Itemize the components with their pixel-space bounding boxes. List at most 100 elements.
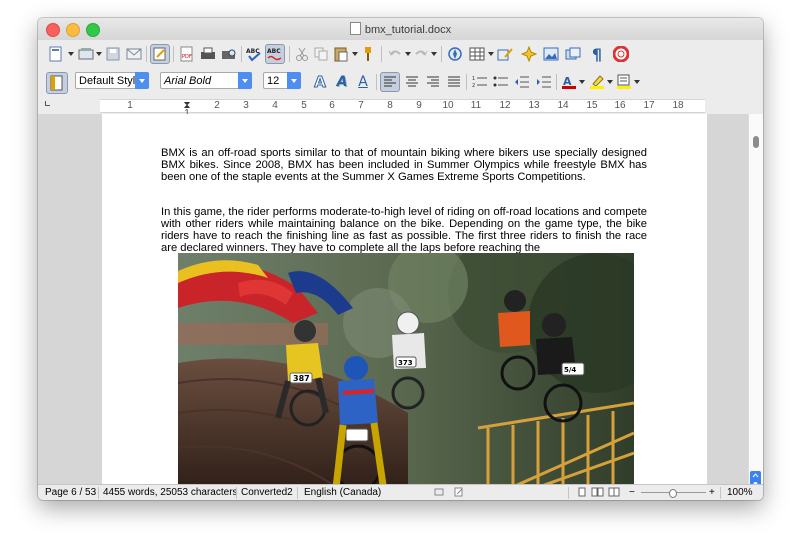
font-size-dropdown[interactable] [287,72,301,89]
align-left-icon[interactable] [380,72,400,92]
paragraph-style-dropdown[interactable] [135,72,149,89]
bullets-icon[interactable] [491,72,511,92]
underline-font-icon[interactable]: A [353,72,373,92]
standard-toolbar: PDF ABC ABC ¶ [38,40,763,69]
print-preview-icon[interactable] [219,44,239,64]
templates-icon[interactable] [76,44,96,64]
templates-dropdown[interactable] [96,52,102,56]
font-color-dropdown[interactable] [579,80,585,84]
plate-number-373: 373 [398,359,413,367]
page-style-status[interactable]: Converted2 [241,487,293,499]
shadow-font-icon[interactable]: A [332,72,352,92]
toolbar-separator [241,46,242,62]
ruler-tick: 15 [586,100,598,111]
align-right-icon[interactable] [423,72,443,92]
outline-font-icon[interactable]: A [310,72,330,92]
toolbar-separator [146,46,147,62]
ruler-tick: 9 [416,100,422,111]
background-color-icon[interactable] [614,72,634,92]
toolbar-separator [381,46,382,62]
status-bar: Page 6 / 53 4455 words, 25053 characters… [38,484,763,500]
tab-type-icon[interactable] [45,101,50,106]
clone-formatting-icon[interactable] [358,44,378,64]
spellcheck-icon[interactable]: ABC [244,44,264,64]
status-separator [236,487,237,499]
decrease-indent-icon[interactable] [512,72,532,92]
body-paragraph-1[interactable]: BMX is an off-road sports similar to tha… [161,147,647,183]
window-title-text: bmx_tutorial.docx [364,24,452,36]
copy-icon[interactable] [311,44,331,64]
page-number-status[interactable]: Page 6 / 53 [45,487,96,499]
formatting-marks-icon[interactable]: ¶ [587,44,607,64]
font-name-dropdown[interactable] [238,72,252,89]
zoom-slider-thumb[interactable] [669,489,677,498]
increase-indent-icon[interactable] [534,72,554,92]
justify-icon[interactable] [444,72,464,92]
svg-text:1: 1 [472,76,475,82]
toolbar-separator [376,74,377,90]
ruler-tick: 8 [387,100,393,111]
redo-icon[interactable] [411,44,431,64]
undo-icon[interactable] [385,44,405,64]
font-name-select[interactable]: Arial Bold [160,72,252,89]
table-icon[interactable] [467,44,487,64]
document-canvas[interactable]: BMX is an off-road sports similar to tha… [38,114,748,484]
document-page[interactable]: BMX is an off-road sports similar to tha… [102,114,707,484]
bmx-race-photo[interactable]: 387 373 5/4 [178,253,634,484]
zoom-in-button[interactable]: + [709,487,715,499]
ruler-tick: 18 [672,100,684,111]
ruler-strip: 1 ⧗ 1 2 3 4 5 6 7 8 9 10 11 12 13 14 15 … [100,99,705,119]
insert-image-icon[interactable] [541,44,561,64]
styles-icon[interactable] [46,72,68,94]
email-icon[interactable] [124,44,144,64]
new-document-icon[interactable] [46,44,66,64]
multi-page-view-icon[interactable] [591,487,604,500]
horizontal-ruler[interactable]: 1 ⧗ 1 2 3 4 5 6 7 8 9 10 11 12 13 14 15 … [38,96,763,119]
insert-mode-icon[interactable] [434,487,444,500]
cut-icon[interactable] [292,44,312,64]
ruler-tick: 5 [301,100,307,111]
paragraph-style-value: Default Style [79,75,142,87]
navigator-icon[interactable] [445,44,465,64]
language-status[interactable]: English (Canada) [304,487,381,499]
zoom-out-button[interactable]: − [629,487,635,499]
font-color-icon[interactable]: A [559,72,579,92]
save-icon[interactable] [103,44,123,64]
paste-icon[interactable] [331,44,351,64]
gallery-icon[interactable] [563,44,583,64]
toolbar-separator [441,46,442,62]
document-modified-icon[interactable] [454,487,464,500]
numbering-icon[interactable]: 12 [470,72,490,92]
redo-dropdown[interactable] [431,52,437,56]
scrollbar-thumb[interactable] [753,136,759,148]
align-center-icon[interactable] [402,72,422,92]
word-count-status[interactable]: 4455 words, 25053 characters [103,487,238,499]
toolbar-separator [556,74,557,90]
ruler-tick: 11 [470,100,482,111]
basic-shapes-icon[interactable] [519,44,539,64]
edit-mode-icon[interactable] [150,44,170,64]
font-size-select[interactable]: 12 [263,72,301,89]
print-icon[interactable] [198,44,218,64]
formatting-toolbar: Default Style Arial Bold 12 A A A 12 A [38,68,763,97]
paragraph-style-select[interactable]: Default Style [75,72,149,89]
autospellcheck-icon[interactable]: ABC [265,44,285,64]
highlighting-icon[interactable] [587,72,607,92]
book-view-icon[interactable] [608,487,621,500]
draw-functions-icon[interactable] [495,44,515,64]
toolbar-separator [173,46,174,62]
ruler-tick: 16 [614,100,626,111]
single-page-view-icon[interactable] [578,487,587,500]
status-separator [568,487,569,499]
app-window: bmx_tutorial.docx PDF ABC ABC ¶ Default … [38,18,763,500]
status-separator [98,487,99,499]
zoom-level[interactable]: 100% [727,487,753,499]
vertical-scrollbar[interactable] [748,114,763,497]
table-dropdown[interactable] [488,52,494,56]
highlighting-dropdown[interactable] [607,80,613,84]
help-icon[interactable] [611,44,631,64]
toolbar-separator [289,46,290,62]
export-pdf-icon[interactable]: PDF [177,44,197,64]
background-color-dropdown[interactable] [634,80,640,84]
new-document-dropdown[interactable] [68,52,74,56]
